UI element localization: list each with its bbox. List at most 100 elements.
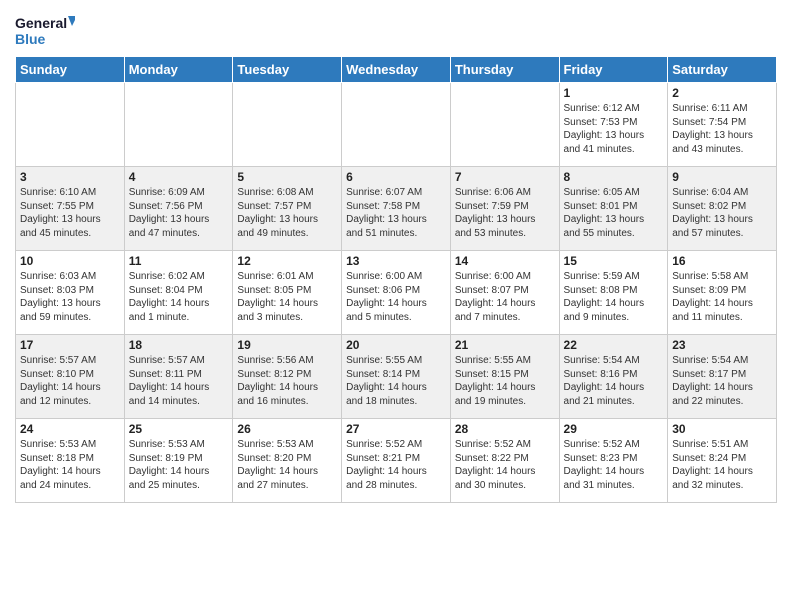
day-number: 17	[20, 338, 120, 352]
calendar-week-row: 1 Sunrise: 6:12 AMSunset: 7:53 PMDaylight…	[16, 83, 777, 167]
day-number: 21	[455, 338, 555, 352]
calendar-header: SundayMondayTuesdayWednesdayThursdayFrid…	[16, 57, 777, 83]
day-info: Sunrise: 5:53 AMSunset: 8:19 PMDaylight:…	[129, 438, 229, 492]
calendar-cell	[342, 83, 451, 167]
calendar-cell: 4 Sunrise: 6:09 AMSunset: 7:56 PMDaylight…	[124, 167, 233, 251]
day-number: 12	[237, 254, 337, 268]
day-info: Sunrise: 6:09 AMSunset: 7:56 PMDaylight:…	[129, 186, 229, 240]
day-number: 10	[20, 254, 120, 268]
calendar-cell: 25 Sunrise: 5:53 AMSunset: 8:19 PMDayligh…	[124, 419, 233, 503]
logo-svg: General Blue	[15, 10, 75, 50]
day-info: Sunrise: 5:56 AMSunset: 8:12 PMDaylight:…	[237, 354, 337, 408]
calendar-cell: 21 Sunrise: 5:55 AMSunset: 8:15 PMDayligh…	[450, 335, 559, 419]
day-number: 8	[564, 170, 664, 184]
day-info: Sunrise: 5:52 AMSunset: 8:21 PMDaylight:…	[346, 438, 446, 492]
day-info: Sunrise: 5:52 AMSunset: 8:23 PMDaylight:…	[564, 438, 664, 492]
day-info: Sunrise: 5:58 AMSunset: 8:09 PMDaylight:…	[672, 270, 772, 324]
day-info: Sunrise: 6:00 AMSunset: 8:07 PMDaylight:…	[455, 270, 555, 324]
calendar-week-row: 10 Sunrise: 6:03 AMSunset: 8:03 PMDayligh…	[16, 251, 777, 335]
weekday-header: Thursday	[450, 57, 559, 83]
calendar-week-row: 17 Sunrise: 5:57 AMSunset: 8:10 PMDayligh…	[16, 335, 777, 419]
day-info: Sunrise: 6:03 AMSunset: 8:03 PMDaylight:…	[20, 270, 120, 324]
day-number: 1	[564, 86, 664, 100]
calendar-cell: 26 Sunrise: 5:53 AMSunset: 8:20 PMDayligh…	[233, 419, 342, 503]
calendar-cell: 23Sunrise: 5:54 AMSunset: 8:17 PMDayligh…	[668, 335, 777, 419]
day-number: 20	[346, 338, 446, 352]
weekday-header: Sunday	[16, 57, 125, 83]
calendar-cell: 16 Sunrise: 5:58 AMSunset: 8:09 PMDayligh…	[668, 251, 777, 335]
day-number: 18	[129, 338, 229, 352]
calendar-week-row: 24Sunrise: 5:53 AMSunset: 8:18 PMDayligh…	[16, 419, 777, 503]
day-number: 15	[564, 254, 664, 268]
svg-text:General: General	[15, 15, 67, 31]
day-info: Sunrise: 5:53 AMSunset: 8:20 PMDaylight:…	[237, 438, 337, 492]
day-info: Sunrise: 5:55 AMSunset: 8:15 PMDaylight:…	[455, 354, 555, 408]
calendar-cell: 28 Sunrise: 5:52 AMSunset: 8:22 PMDayligh…	[450, 419, 559, 503]
day-info: Sunrise: 6:04 AMSunset: 8:02 PMDaylight:…	[672, 186, 772, 240]
day-number: 6	[346, 170, 446, 184]
calendar-cell: 24Sunrise: 5:53 AMSunset: 8:18 PMDayligh…	[16, 419, 125, 503]
calendar-cell: 3 Sunrise: 6:10 AMSunset: 7:55 PMDaylight…	[16, 167, 125, 251]
day-number: 4	[129, 170, 229, 184]
calendar-cell: 27 Sunrise: 5:52 AMSunset: 8:21 PMDayligh…	[342, 419, 451, 503]
calendar-cell: 30Sunrise: 5:51 AMSunset: 8:24 PMDayligh…	[668, 419, 777, 503]
day-info: Sunrise: 6:00 AMSunset: 8:06 PMDaylight:…	[346, 270, 446, 324]
weekday-header: Wednesday	[342, 57, 451, 83]
day-number: 7	[455, 170, 555, 184]
page: General Blue SundayMondayTuesdayWednesda…	[0, 0, 792, 513]
weekday-row: SundayMondayTuesdayWednesdayThursdayFrid…	[16, 57, 777, 83]
logo: General Blue	[15, 10, 75, 50]
day-number: 14	[455, 254, 555, 268]
day-info: Sunrise: 6:05 AMSunset: 8:01 PMDaylight:…	[564, 186, 664, 240]
calendar-cell: 7 Sunrise: 6:06 AMSunset: 7:59 PMDaylight…	[450, 167, 559, 251]
weekday-header: Tuesday	[233, 57, 342, 83]
calendar-week-row: 3 Sunrise: 6:10 AMSunset: 7:55 PMDaylight…	[16, 167, 777, 251]
calendar-body: 1 Sunrise: 6:12 AMSunset: 7:53 PMDaylight…	[16, 83, 777, 503]
day-number: 25	[129, 422, 229, 436]
day-number: 9	[672, 170, 772, 184]
day-number: 28	[455, 422, 555, 436]
calendar-cell: 9 Sunrise: 6:04 AMSunset: 8:02 PMDaylight…	[668, 167, 777, 251]
day-info: Sunrise: 5:53 AMSunset: 8:18 PMDaylight:…	[20, 438, 120, 492]
day-number: 11	[129, 254, 229, 268]
calendar-cell: 22 Sunrise: 5:54 AMSunset: 8:16 PMDayligh…	[559, 335, 668, 419]
calendar-cell	[16, 83, 125, 167]
calendar: SundayMondayTuesdayWednesdayThursdayFrid…	[15, 56, 777, 503]
day-info: Sunrise: 5:52 AMSunset: 8:22 PMDaylight:…	[455, 438, 555, 492]
day-info: Sunrise: 6:06 AMSunset: 7:59 PMDaylight:…	[455, 186, 555, 240]
calendar-cell: 20 Sunrise: 5:55 AMSunset: 8:14 PMDayligh…	[342, 335, 451, 419]
day-info: Sunrise: 6:10 AMSunset: 7:55 PMDaylight:…	[20, 186, 120, 240]
calendar-cell: 15 Sunrise: 5:59 AMSunset: 8:08 PMDayligh…	[559, 251, 668, 335]
calendar-cell: 12 Sunrise: 6:01 AMSunset: 8:05 PMDayligh…	[233, 251, 342, 335]
calendar-cell: 2Sunrise: 6:11 AMSunset: 7:54 PMDaylight…	[668, 83, 777, 167]
day-info: Sunrise: 6:07 AMSunset: 7:58 PMDaylight:…	[346, 186, 446, 240]
calendar-cell: 14 Sunrise: 6:00 AMSunset: 8:07 PMDayligh…	[450, 251, 559, 335]
day-number: 16	[672, 254, 772, 268]
calendar-cell: 8 Sunrise: 6:05 AMSunset: 8:01 PMDaylight…	[559, 167, 668, 251]
day-number: 19	[237, 338, 337, 352]
day-number: 27	[346, 422, 446, 436]
day-info: Sunrise: 5:55 AMSunset: 8:14 PMDaylight:…	[346, 354, 446, 408]
day-info: Sunrise: 6:12 AMSunset: 7:53 PMDaylight:…	[564, 102, 664, 156]
calendar-cell: 19 Sunrise: 5:56 AMSunset: 8:12 PMDayligh…	[233, 335, 342, 419]
day-info: Sunrise: 6:01 AMSunset: 8:05 PMDaylight:…	[237, 270, 337, 324]
calendar-cell: 13 Sunrise: 6:00 AMSunset: 8:06 PMDayligh…	[342, 251, 451, 335]
calendar-cell: 17 Sunrise: 5:57 AMSunset: 8:10 PMDayligh…	[16, 335, 125, 419]
day-info: Sunrise: 5:51 AMSunset: 8:24 PMDaylight:…	[672, 438, 772, 492]
day-number: 22	[564, 338, 664, 352]
day-info: Sunrise: 5:57 AMSunset: 8:10 PMDaylight:…	[20, 354, 120, 408]
calendar-cell: 29Sunrise: 5:52 AMSunset: 8:23 PMDayligh…	[559, 419, 668, 503]
day-info: Sunrise: 5:54 AMSunset: 8:16 PMDaylight:…	[564, 354, 664, 408]
day-info: Sunrise: 6:02 AMSunset: 8:04 PMDaylight:…	[129, 270, 229, 324]
day-number: 13	[346, 254, 446, 268]
day-number: 3	[20, 170, 120, 184]
day-info: Sunrise: 5:59 AMSunset: 8:08 PMDaylight:…	[564, 270, 664, 324]
day-number: 26	[237, 422, 337, 436]
weekday-header: Monday	[124, 57, 233, 83]
calendar-cell: 1 Sunrise: 6:12 AMSunset: 7:53 PMDaylight…	[559, 83, 668, 167]
calendar-cell	[124, 83, 233, 167]
header: General Blue	[15, 10, 777, 50]
day-number: 2	[672, 86, 772, 100]
calendar-cell	[233, 83, 342, 167]
svg-text:Blue: Blue	[15, 31, 46, 47]
